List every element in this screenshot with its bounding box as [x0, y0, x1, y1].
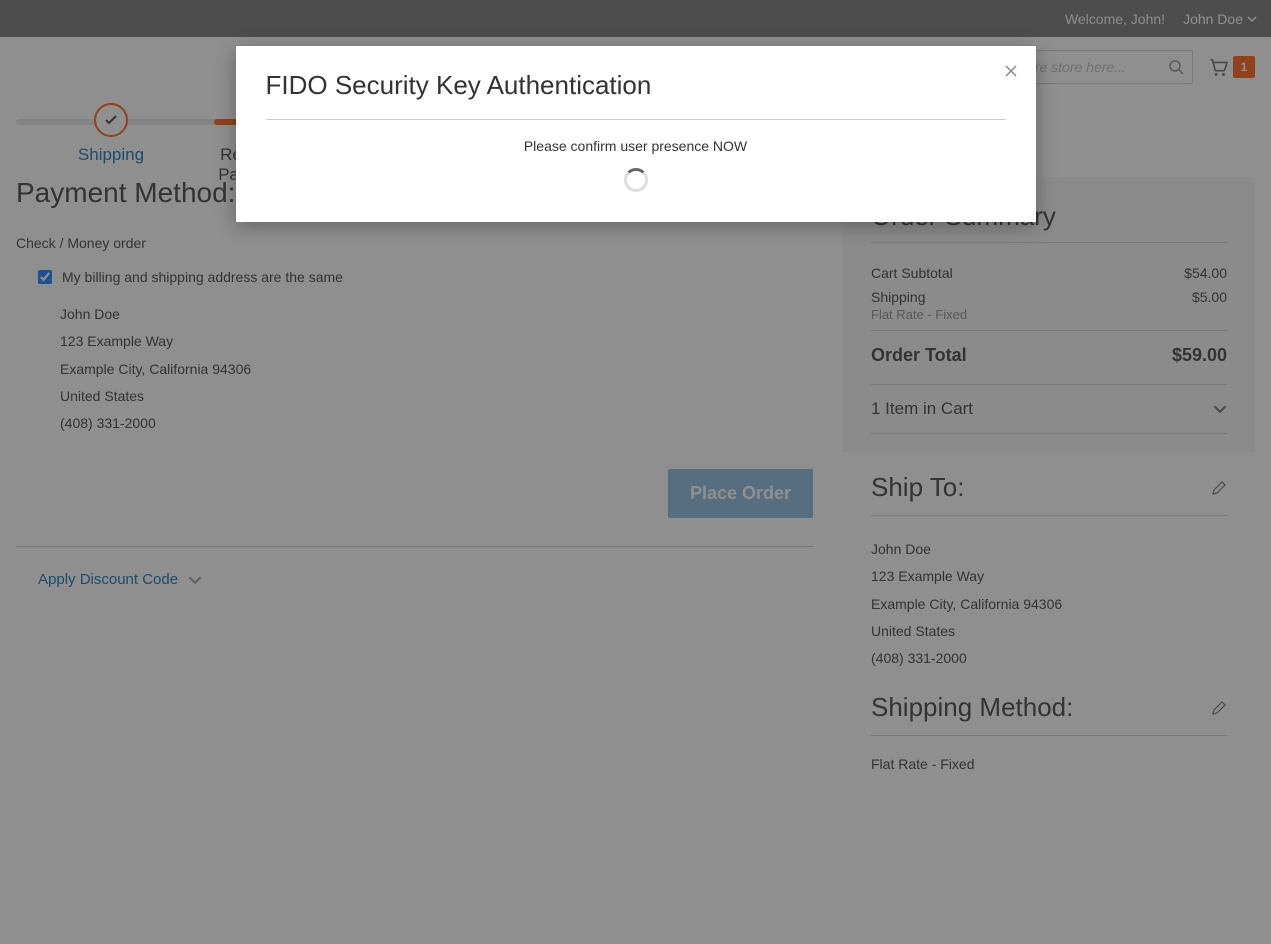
close-icon — [1004, 64, 1018, 78]
modal-close-button[interactable] — [1004, 64, 1018, 78]
modal-title: FIDO Security Key Authentication — [266, 70, 1006, 120]
modal-body: Please confirm user presence NOW — [266, 120, 1006, 192]
modal-message: Please confirm user presence NOW — [266, 138, 1006, 154]
fido-auth-modal: FIDO Security Key Authentication Please … — [236, 46, 1036, 222]
modal-overlay: FIDO Security Key Authentication Please … — [0, 0, 1271, 944]
loading-spinner-icon — [624, 168, 648, 192]
